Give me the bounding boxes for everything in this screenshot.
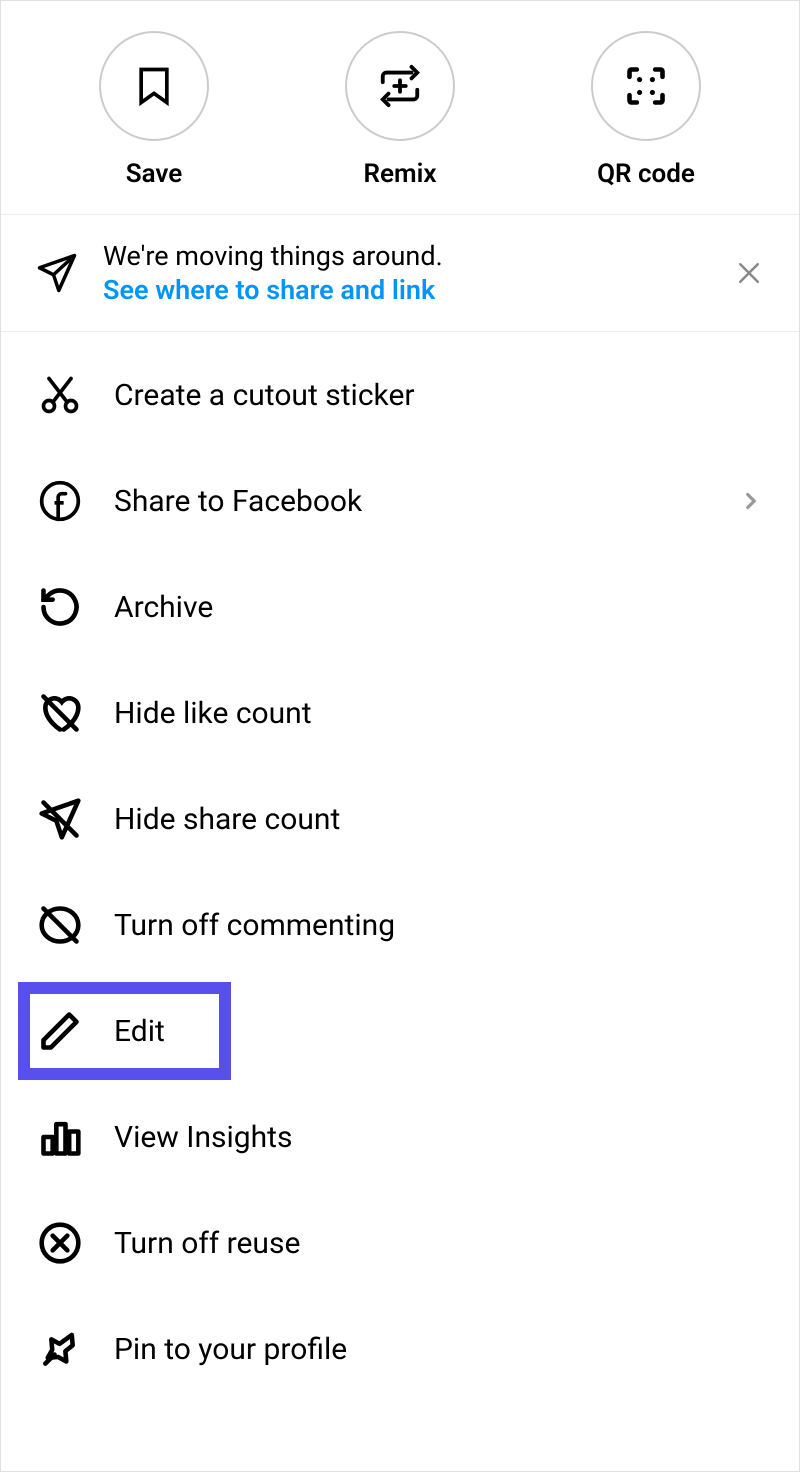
menu-item-label: Hide like count xyxy=(114,696,764,731)
archive-icon xyxy=(36,583,84,631)
facebook-icon xyxy=(36,477,84,525)
comment-off-icon xyxy=(36,901,84,949)
menu-item-facebook[interactable]: Share to Facebook xyxy=(1,448,799,554)
menu-item-label: Pin to your profile xyxy=(114,1332,764,1367)
info-notice: We're moving things around. See where to… xyxy=(1,215,799,332)
x-circle-icon xyxy=(36,1219,84,1267)
menu-item-label: Create a cutout sticker xyxy=(114,378,764,413)
qrcode-action[interactable]: QR code xyxy=(591,31,701,189)
menu-item-label: Edit xyxy=(114,1014,764,1049)
menu-item-archive[interactable]: Archive xyxy=(1,554,799,660)
menu-item-insights[interactable]: View Insights xyxy=(1,1084,799,1190)
menu-item-cutout[interactable]: Create a cutout sticker xyxy=(1,342,799,448)
menu-item-commenting[interactable]: Turn off commenting xyxy=(1,872,799,978)
menu-item-label: Archive xyxy=(114,590,764,625)
menu-item-label: Share to Facebook xyxy=(114,484,708,519)
qrcode-icon-circle xyxy=(591,31,701,141)
heart-off-icon xyxy=(36,689,84,737)
send-icon xyxy=(36,252,78,294)
notice-text-line1: We're moving things around. xyxy=(103,240,709,272)
send-off-icon xyxy=(36,795,84,843)
chevron-right-icon xyxy=(738,488,764,514)
menu-item-reuse[interactable]: Turn off reuse xyxy=(1,1190,799,1296)
menu-item-label: View Insights xyxy=(114,1120,764,1155)
remix-label: Remix xyxy=(364,159,437,189)
menu-item-edit[interactable]: Edit xyxy=(1,978,799,1084)
scissors-icon xyxy=(36,371,84,419)
pin-icon xyxy=(36,1325,84,1373)
save-action[interactable]: Save xyxy=(99,31,209,189)
notice-link[interactable]: See where to share and link xyxy=(103,274,709,306)
menu-item-label: Turn off commenting xyxy=(114,908,764,943)
bookmark-icon xyxy=(132,64,176,108)
remix-icon-circle xyxy=(345,31,455,141)
remix-action[interactable]: Remix xyxy=(345,31,455,189)
close-icon[interactable] xyxy=(734,258,764,288)
save-icon-circle xyxy=(99,31,209,141)
save-label: Save xyxy=(126,159,183,189)
remix-icon xyxy=(377,63,423,109)
bar-chart-icon xyxy=(36,1113,84,1161)
qrcode-label: QR code xyxy=(597,159,695,189)
menu-item-label: Turn off reuse xyxy=(114,1226,764,1261)
qrcode-icon xyxy=(624,64,668,108)
pencil-icon xyxy=(36,1007,84,1055)
menu-item-label: Hide share count xyxy=(114,802,764,837)
menu-item-pin[interactable]: Pin to your profile xyxy=(1,1296,799,1402)
menu-item-hide-likes[interactable]: Hide like count xyxy=(1,660,799,766)
menu-item-hide-shares[interactable]: Hide share count xyxy=(1,766,799,872)
